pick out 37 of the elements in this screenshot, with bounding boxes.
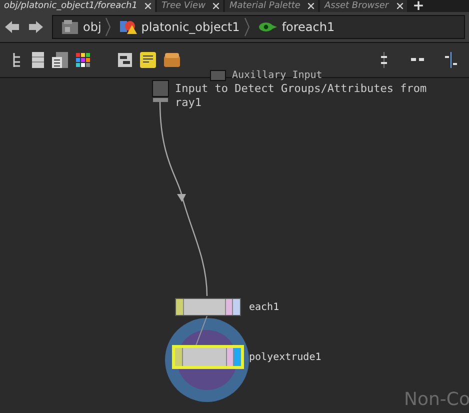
distribute-icon[interactable] [445, 52, 457, 68]
document-icon[interactable] [52, 52, 68, 68]
node-label: polyextrude1 [249, 350, 322, 364]
close-icon[interactable] [213, 3, 220, 9]
sticky-note-icon[interactable] [140, 52, 156, 68]
back-arrow-icon[interactable] [4, 20, 20, 34]
input-label: Auxillary Input [232, 70, 322, 81]
chevron-icon [244, 17, 250, 37]
align-vertical-icon[interactable] [381, 52, 387, 68]
forward-arrow-icon[interactable] [28, 20, 44, 34]
shapes-icon [119, 19, 138, 35]
color-grid-icon[interactable] [76, 53, 90, 67]
input-slot[interactable] [210, 70, 226, 81]
path-segment[interactable]: foreach1 [282, 18, 335, 36]
path-segment[interactable]: obj [83, 18, 102, 36]
input-slot[interactable] [152, 80, 169, 97]
pane-tab[interactable]: Asset Browser [320, 0, 407, 12]
path-segment[interactable]: platonic_object1 [141, 18, 240, 36]
arrow-head-icon [177, 194, 186, 202]
input-label: Input to Detect Groups/Attributes from ray1 [175, 82, 428, 110]
pane-tab[interactable]: Material Palette [225, 0, 318, 12]
pane-tab[interactable]: obj/platonic_object1/foreach1 [0, 0, 156, 12]
align-horizontal-icon[interactable] [411, 58, 425, 62]
eye-icon [258, 20, 278, 34]
close-icon[interactable] [396, 3, 403, 9]
node-label: each1 [249, 300, 280, 314]
pane-tab[interactable]: Tree View [157, 0, 224, 12]
scene-icon [61, 19, 79, 35]
node[interactable] [175, 298, 241, 316]
chevron-icon [105, 17, 112, 37]
network-box-icon[interactable] [118, 53, 132, 67]
license-label: Non-Co [404, 388, 469, 412]
add-tab-button[interactable]: + [408, 0, 428, 12]
close-icon[interactable] [145, 3, 152, 9]
close-icon[interactable] [308, 3, 314, 9]
box-icon[interactable] [164, 53, 180, 67]
node[interactable] [175, 348, 241, 366]
